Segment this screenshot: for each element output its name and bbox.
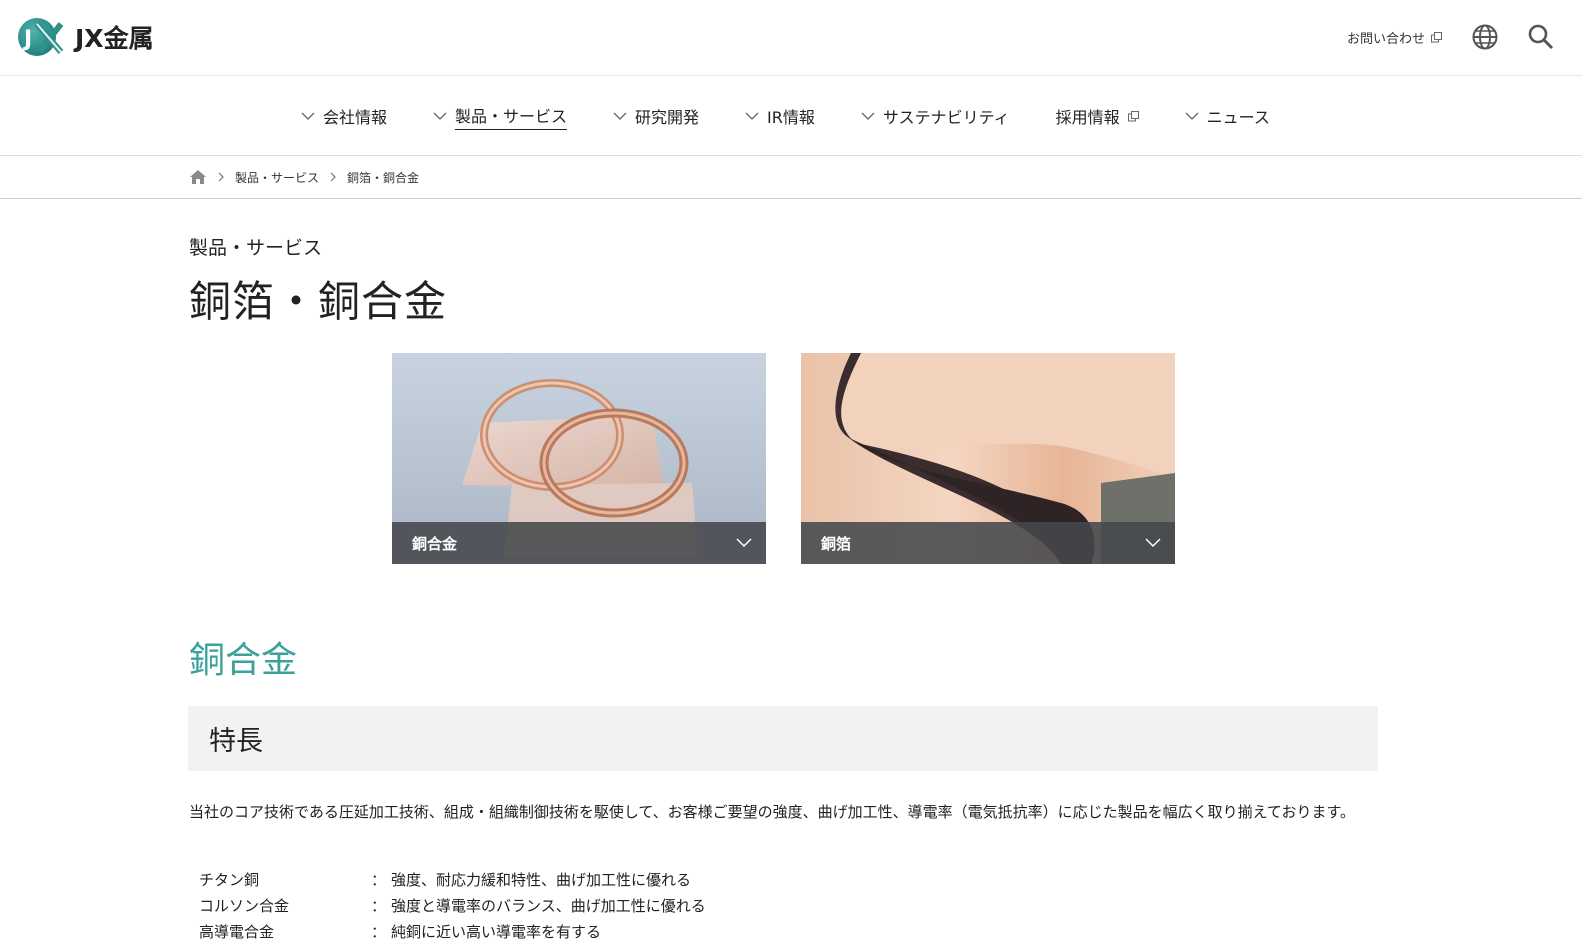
breadcrumb-item-current: 銅箔・銅合金	[347, 170, 420, 185]
chevron-right-icon	[218, 172, 224, 182]
globe-icon	[1472, 24, 1498, 50]
subheading: 特長	[209, 726, 263, 757]
card-copper-alloy[interactable]: 銅合金	[392, 353, 766, 564]
nav-label: サステナビリティ	[882, 108, 1010, 127]
page-category: 製品・サービス	[189, 237, 323, 259]
nav-item-recruit[interactable]: 採用情報	[1056, 104, 1139, 128]
site-header: J JX金属 お問い合わせ	[0, 0, 1582, 76]
site-logo[interactable]: J JX金属	[17, 16, 154, 57]
external-link-icon	[1127, 110, 1139, 121]
nav-label: 研究開発	[635, 108, 700, 127]
home-icon[interactable]	[189, 169, 207, 185]
jx-logo-mark-icon: J	[18, 18, 64, 56]
nav-item-news[interactable]: ニュース	[1185, 104, 1270, 128]
chevron-down-icon	[613, 112, 627, 120]
feature-name: 高導電合金	[199, 922, 275, 941]
chevron-down-icon	[433, 112, 447, 120]
chevron-down-icon	[301, 112, 315, 120]
section-title: 銅合金	[189, 640, 298, 681]
logo-text: JX金属	[75, 23, 154, 53]
breadcrumb: 製品・サービス 銅箔・銅合金	[0, 156, 1582, 199]
global-nav: 会社情報 製品・サービス 研究開発 IR情報 サステナビリティ 採用情報 ニュー…	[0, 76, 1582, 156]
nav-item-rnd[interactable]: 研究開発	[613, 104, 699, 128]
nav-label: IR情報	[767, 108, 815, 127]
feature-desc: 純銅に近い高い導電率を有する	[391, 922, 602, 941]
nav-label: ニュース	[1206, 108, 1270, 127]
card-label: 銅合金	[412, 534, 458, 553]
card-caption: 銅箔	[801, 522, 1175, 564]
breadcrumb-item-products[interactable]: 製品・サービス	[235, 169, 319, 186]
feature-separator: ：	[371, 870, 387, 889]
nav-item-sustainability[interactable]: サステナビリティ	[861, 104, 1010, 128]
chevron-down-icon	[736, 538, 752, 548]
feature-row: チタン銅 ： 強度、耐応力緩和特性、曲げ加工性に優れる	[199, 866, 706, 892]
card-caption: 銅合金	[392, 522, 766, 564]
subheading-box: 特長	[188, 706, 1378, 771]
feature-desc: 強度、耐応力緩和特性、曲げ加工性に優れる	[391, 870, 692, 889]
chevron-down-icon	[861, 112, 875, 120]
feature-separator: ：	[371, 896, 387, 915]
search-icon	[1528, 24, 1554, 50]
chevron-down-icon	[1145, 538, 1161, 548]
card-copper-foil[interactable]: 銅箔	[801, 353, 1175, 564]
feature-name: コルソン合金	[199, 896, 290, 915]
feature-row: 高導電合金 ： 純銅に近い高い導電率を有する	[199, 918, 706, 944]
external-link-icon	[1431, 31, 1442, 42]
chevron-down-icon	[1185, 112, 1199, 120]
nav-label: 製品・サービス	[455, 103, 568, 130]
feature-separator: ：	[371, 922, 387, 941]
feature-row: コルソン合金 ： 強度と導電率のバランス、曲げ加工性に優れる	[199, 892, 706, 918]
feature-desc: 強度と導電率のバランス、曲げ加工性に優れる	[391, 896, 706, 915]
chevron-right-icon	[330, 172, 336, 182]
page-heading: 製品・サービス 銅箔・銅合金	[189, 233, 447, 329]
nav-label: 採用情報	[1055, 108, 1120, 127]
nav-label: 会社情報	[323, 108, 388, 127]
card-label: 銅箔	[821, 534, 852, 553]
nav-item-company[interactable]: 会社情報	[301, 104, 387, 128]
nav-item-ir[interactable]: IR情報	[745, 104, 815, 128]
page-title: 銅箔・銅合金	[189, 277, 448, 326]
feature-name: チタン銅	[199, 870, 260, 889]
nav-item-products[interactable]: 製品・サービス	[433, 103, 568, 130]
intro-text: 当社のコア技術である圧延加工技術、組成・組織制御技術を駆使して、お客様ご要望の強…	[189, 803, 1355, 821]
utility-nav: お問い合わせ	[1347, 21, 1582, 53]
chevron-down-icon	[745, 112, 759, 120]
contact-link[interactable]: お問い合わせ	[1347, 28, 1442, 47]
language-button[interactable]	[1470, 22, 1500, 52]
search-button[interactable]	[1526, 22, 1556, 52]
feature-list: チタン銅 ： 強度、耐応力緩和特性、曲げ加工性に優れる コルソン合金 ： 強度と…	[199, 866, 706, 944]
contact-label: お問い合わせ	[1346, 31, 1425, 47]
svg-text:J: J	[22, 27, 32, 52]
